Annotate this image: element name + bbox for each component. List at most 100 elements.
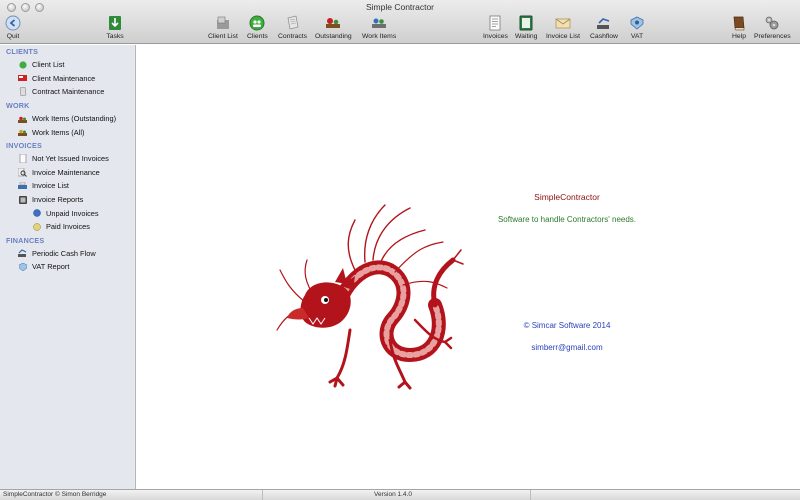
window-titlebar: Simple Contractor Quit Tasks Client List… — [0, 0, 800, 44]
unpaid-icon — [32, 209, 41, 218]
quit-label: Quit — [6, 33, 20, 40]
sidebar-item-periodic-cash-flow[interactable]: Periodic Cash Flow — [0, 247, 135, 261]
clients-button[interactable]: Clients — [247, 14, 268, 40]
tasks-icon — [106, 14, 124, 32]
invoices-icon — [486, 14, 504, 32]
sidebar-item-label: VAT Report — [32, 262, 70, 272]
search-document-icon — [18, 167, 27, 177]
status-version: Version 1.4.0 — [374, 491, 412, 498]
tagline-text: Software to handle Contractors' needs. — [497, 215, 637, 224]
sidebar-item-work-items-all[interactable]: Work Items (All) — [0, 125, 135, 139]
tasks-label: Tasks — [106, 33, 124, 40]
quit-button[interactable]: Quit — [4, 14, 22, 40]
email-link[interactable]: simberr@gmail.com — [467, 343, 667, 352]
sidebar-item-label: Work Items (All) — [32, 127, 85, 137]
vat-button[interactable]: VAT — [628, 14, 646, 40]
sidebar-item-label: Client Maintenance — [32, 73, 96, 83]
sidebar-item-work-items-outstanding[interactable]: Work Items (Outstanding) — [0, 112, 135, 126]
sidebar: CLIENTS Client List Client Maintenance C… — [0, 45, 136, 489]
section-header-work: WORK — [6, 100, 30, 110]
waiting-label: Waiting — [515, 33, 538, 40]
clients-icon — [248, 14, 266, 32]
sidebar-item-client-list[interactable]: Client List — [0, 58, 135, 72]
waiting-icon — [517, 14, 535, 32]
contracts-button[interactable]: Contracts — [278, 14, 307, 40]
invoices-label: Invoices — [483, 33, 508, 40]
sidebar-item-label: Unpaid Invoices — [46, 208, 99, 218]
waiting-button[interactable]: Waiting — [515, 14, 537, 40]
outstanding-label: Outstanding — [315, 33, 352, 40]
preferences-button[interactable]: Preferences — [754, 14, 791, 40]
status-author: SimpleContractor © Simon Berridge — [3, 491, 107, 498]
help-label: Help — [732, 33, 746, 40]
sidebar-item-invoice-list[interactable]: Invoice List — [0, 179, 135, 193]
status-bar: SimpleContractor © Simon Berridge Versio… — [0, 489, 800, 500]
gear-icon — [763, 14, 781, 32]
sidebar-item-label: Invoice List — [32, 181, 69, 191]
cashflow-icon — [18, 249, 27, 258]
copyright-text: © Simcar Software 2014 — [523, 321, 611, 330]
clients-icon — [18, 60, 27, 69]
section-header-finances: FINANCES — [6, 235, 45, 245]
dragon-logo — [276, 204, 464, 390]
quit-icon — [4, 14, 22, 32]
work-items-button[interactable]: Work Items — [362, 14, 396, 40]
dragon-head — [287, 268, 355, 328]
envelope-icon — [554, 14, 572, 32]
sidebar-item-label: Not Yet Issued Invoices — [32, 154, 109, 164]
sidebar-item-invoice-reports[interactable]: Invoice Reports — [0, 193, 135, 207]
sidebar-item-vat-report[interactable]: VAT Report — [0, 260, 135, 274]
sidebar-item-client-maintenance[interactable]: Client Maintenance — [0, 72, 135, 86]
cashflow-icon — [595, 14, 613, 32]
printer-icon — [18, 181, 27, 190]
invoices-button[interactable]: Invoices — [483, 14, 508, 40]
app-name-heading: SimpleContractor — [534, 192, 600, 202]
invoice-icon — [18, 154, 27, 164]
sidebar-item-label: Paid Invoices — [46, 222, 90, 232]
outstanding-icon — [324, 14, 342, 32]
sidebar-item-label: Client List — [32, 60, 65, 70]
invoice-list-button[interactable]: Invoice List — [546, 14, 580, 40]
section-header-invoices: INVOICES — [6, 140, 42, 150]
sidebar-item-contract-maintenance[interactable]: Contract Maintenance — [0, 85, 135, 99]
sidebar-item-label: Invoice Reports — [32, 195, 84, 205]
vat-icon — [18, 262, 27, 271]
outstanding-button[interactable]: Outstanding — [315, 14, 352, 40]
help-button[interactable]: Help — [730, 14, 748, 40]
sidebar-item-label: Work Items (Outstanding) — [32, 114, 117, 124]
sidebar-item-label: Contract Maintenance — [32, 87, 105, 97]
status-divider — [262, 490, 263, 500]
sidebar-item-not-yet-issued-invoices[interactable]: Not Yet Issued Invoices — [0, 152, 135, 166]
sidebar-item-paid-invoices[interactable]: Paid Invoices — [0, 220, 135, 234]
vat-label: VAT — [630, 33, 644, 40]
contracts-icon — [284, 14, 302, 32]
work-items-icon — [370, 14, 388, 32]
contracts-label: Contracts — [278, 33, 308, 40]
client-list-icon — [214, 14, 232, 32]
preferences-label: Preferences — [754, 33, 791, 40]
sidebar-item-label: Invoice Maintenance — [32, 167, 100, 177]
invoice-list-label: Invoice List — [546, 33, 581, 40]
report-icon — [18, 195, 27, 204]
section-header-clients: CLIENTS — [6, 47, 39, 56]
sidebar-item-label: Periodic Cash Flow — [32, 248, 96, 258]
work-items-icon — [18, 128, 27, 137]
work-items-icon — [18, 114, 27, 123]
main-content: SimpleContractor Software to handle Cont… — [137, 45, 800, 489]
work-items-label: Work Items — [362, 33, 397, 40]
client-list-label: Client List — [208, 33, 238, 40]
status-divider — [530, 490, 531, 500]
contract-icon — [18, 87, 27, 97]
cashflow-button[interactable]: Cashflow — [590, 14, 618, 40]
window-title: Simple Contractor — [365, 2, 435, 12]
sidebar-item-unpaid-invoices[interactable]: Unpaid Invoices — [0, 206, 135, 220]
cashflow-label: Cashflow — [590, 33, 618, 40]
tasks-button[interactable]: Tasks — [106, 14, 124, 40]
paid-icon — [32, 222, 41, 231]
sidebar-item-invoice-maintenance[interactable]: Invoice Maintenance — [0, 166, 135, 180]
client-list-button[interactable]: Client List — [208, 14, 238, 40]
client-card-icon — [18, 74, 27, 83]
vat-icon — [628, 14, 646, 32]
clients-label: Clients — [247, 33, 268, 40]
help-book-icon — [730, 14, 748, 32]
